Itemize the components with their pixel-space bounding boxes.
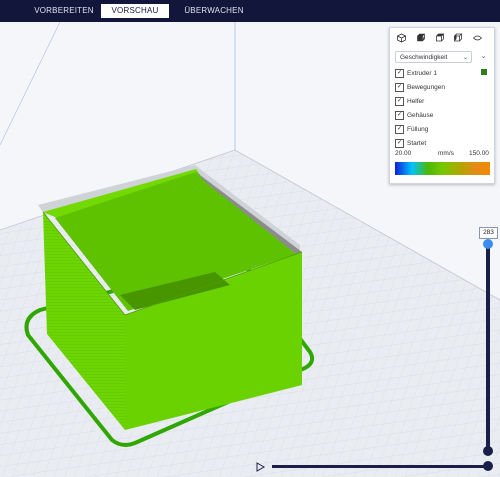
layer-type-label: Bewegungen (407, 84, 445, 91)
3d-view-icon[interactable] (396, 33, 407, 43)
layer-type-label: Helfer (407, 98, 425, 105)
collapse-chevron-icon[interactable]: ⌄ (478, 51, 489, 63)
layer-type-starts[interactable]: ✓ Startet (395, 138, 490, 148)
checkbox-helpers[interactable]: ✓ (395, 97, 404, 106)
layer-type-label: Extruder 1 (407, 70, 437, 77)
chevron-down-icon: ⌄ (462, 55, 468, 61)
checkbox-infill[interactable]: ✓ (395, 125, 404, 134)
top-view-icon[interactable] (434, 33, 445, 43)
color-scheme-select[interactable]: Geschwindigkeit ⌄ (395, 51, 472, 63)
color-scheme-value: Geschwindigkeit (400, 54, 448, 61)
layer-slider-lower-handle[interactable] (483, 446, 493, 456)
extruder-color-swatch (481, 69, 487, 75)
layer-slider-upper-handle[interactable] (483, 239, 493, 249)
left-view-icon[interactable] (452, 33, 463, 43)
right-view-icon[interactable] (472, 33, 483, 43)
layer-type-label: Startet (407, 140, 427, 147)
speed-min: 20.00 (395, 150, 412, 157)
current-layer-badge[interactable]: 283 (479, 227, 498, 239)
stage-menu-bar: VORBEREITEN VORSCHAU ÜBERWACHEN (0, 0, 500, 22)
play-icon[interactable] (256, 462, 265, 472)
checkbox-starts[interactable]: ✓ (395, 139, 404, 148)
checkbox-travel[interactable]: ✓ (395, 83, 404, 92)
layer-type-label: Füllung (407, 126, 429, 133)
checkbox-extruder[interactable]: ✓ (395, 69, 404, 78)
speed-gradient-bar (395, 162, 490, 175)
front-view-icon[interactable] (415, 33, 426, 43)
tab-prepare[interactable]: VORBEREITEN (28, 4, 100, 18)
layer-slider-track[interactable] (486, 242, 490, 450)
layer-type-extruder[interactable]: ✓ Extruder 1 (395, 68, 490, 78)
layer-type-infill[interactable]: ✓ Füllung (395, 124, 490, 134)
speed-max: 150.00 (469, 150, 489, 157)
layer-type-shell[interactable]: ✓ Gehäuse (395, 110, 490, 120)
simulation-slider-track[interactable] (272, 465, 490, 468)
layer-type-label: Gehäuse (407, 112, 434, 119)
view-settings-panel: Geschwindigkeit ⌄ ⌄ ✓ Extruder 1 ✓ Beweg… (389, 27, 495, 184)
layer-type-helpers[interactable]: ✓ Helfer (395, 96, 490, 106)
tab-monitor[interactable]: ÜBERWACHEN (176, 4, 252, 18)
tab-preview[interactable]: VORSCHAU (101, 4, 169, 18)
speed-unit: mm/s (438, 150, 454, 157)
layer-type-travel[interactable]: ✓ Bewegungen (395, 82, 490, 92)
checkbox-shell[interactable]: ✓ (395, 111, 404, 120)
simulation-slider-handle[interactable] (483, 461, 493, 471)
